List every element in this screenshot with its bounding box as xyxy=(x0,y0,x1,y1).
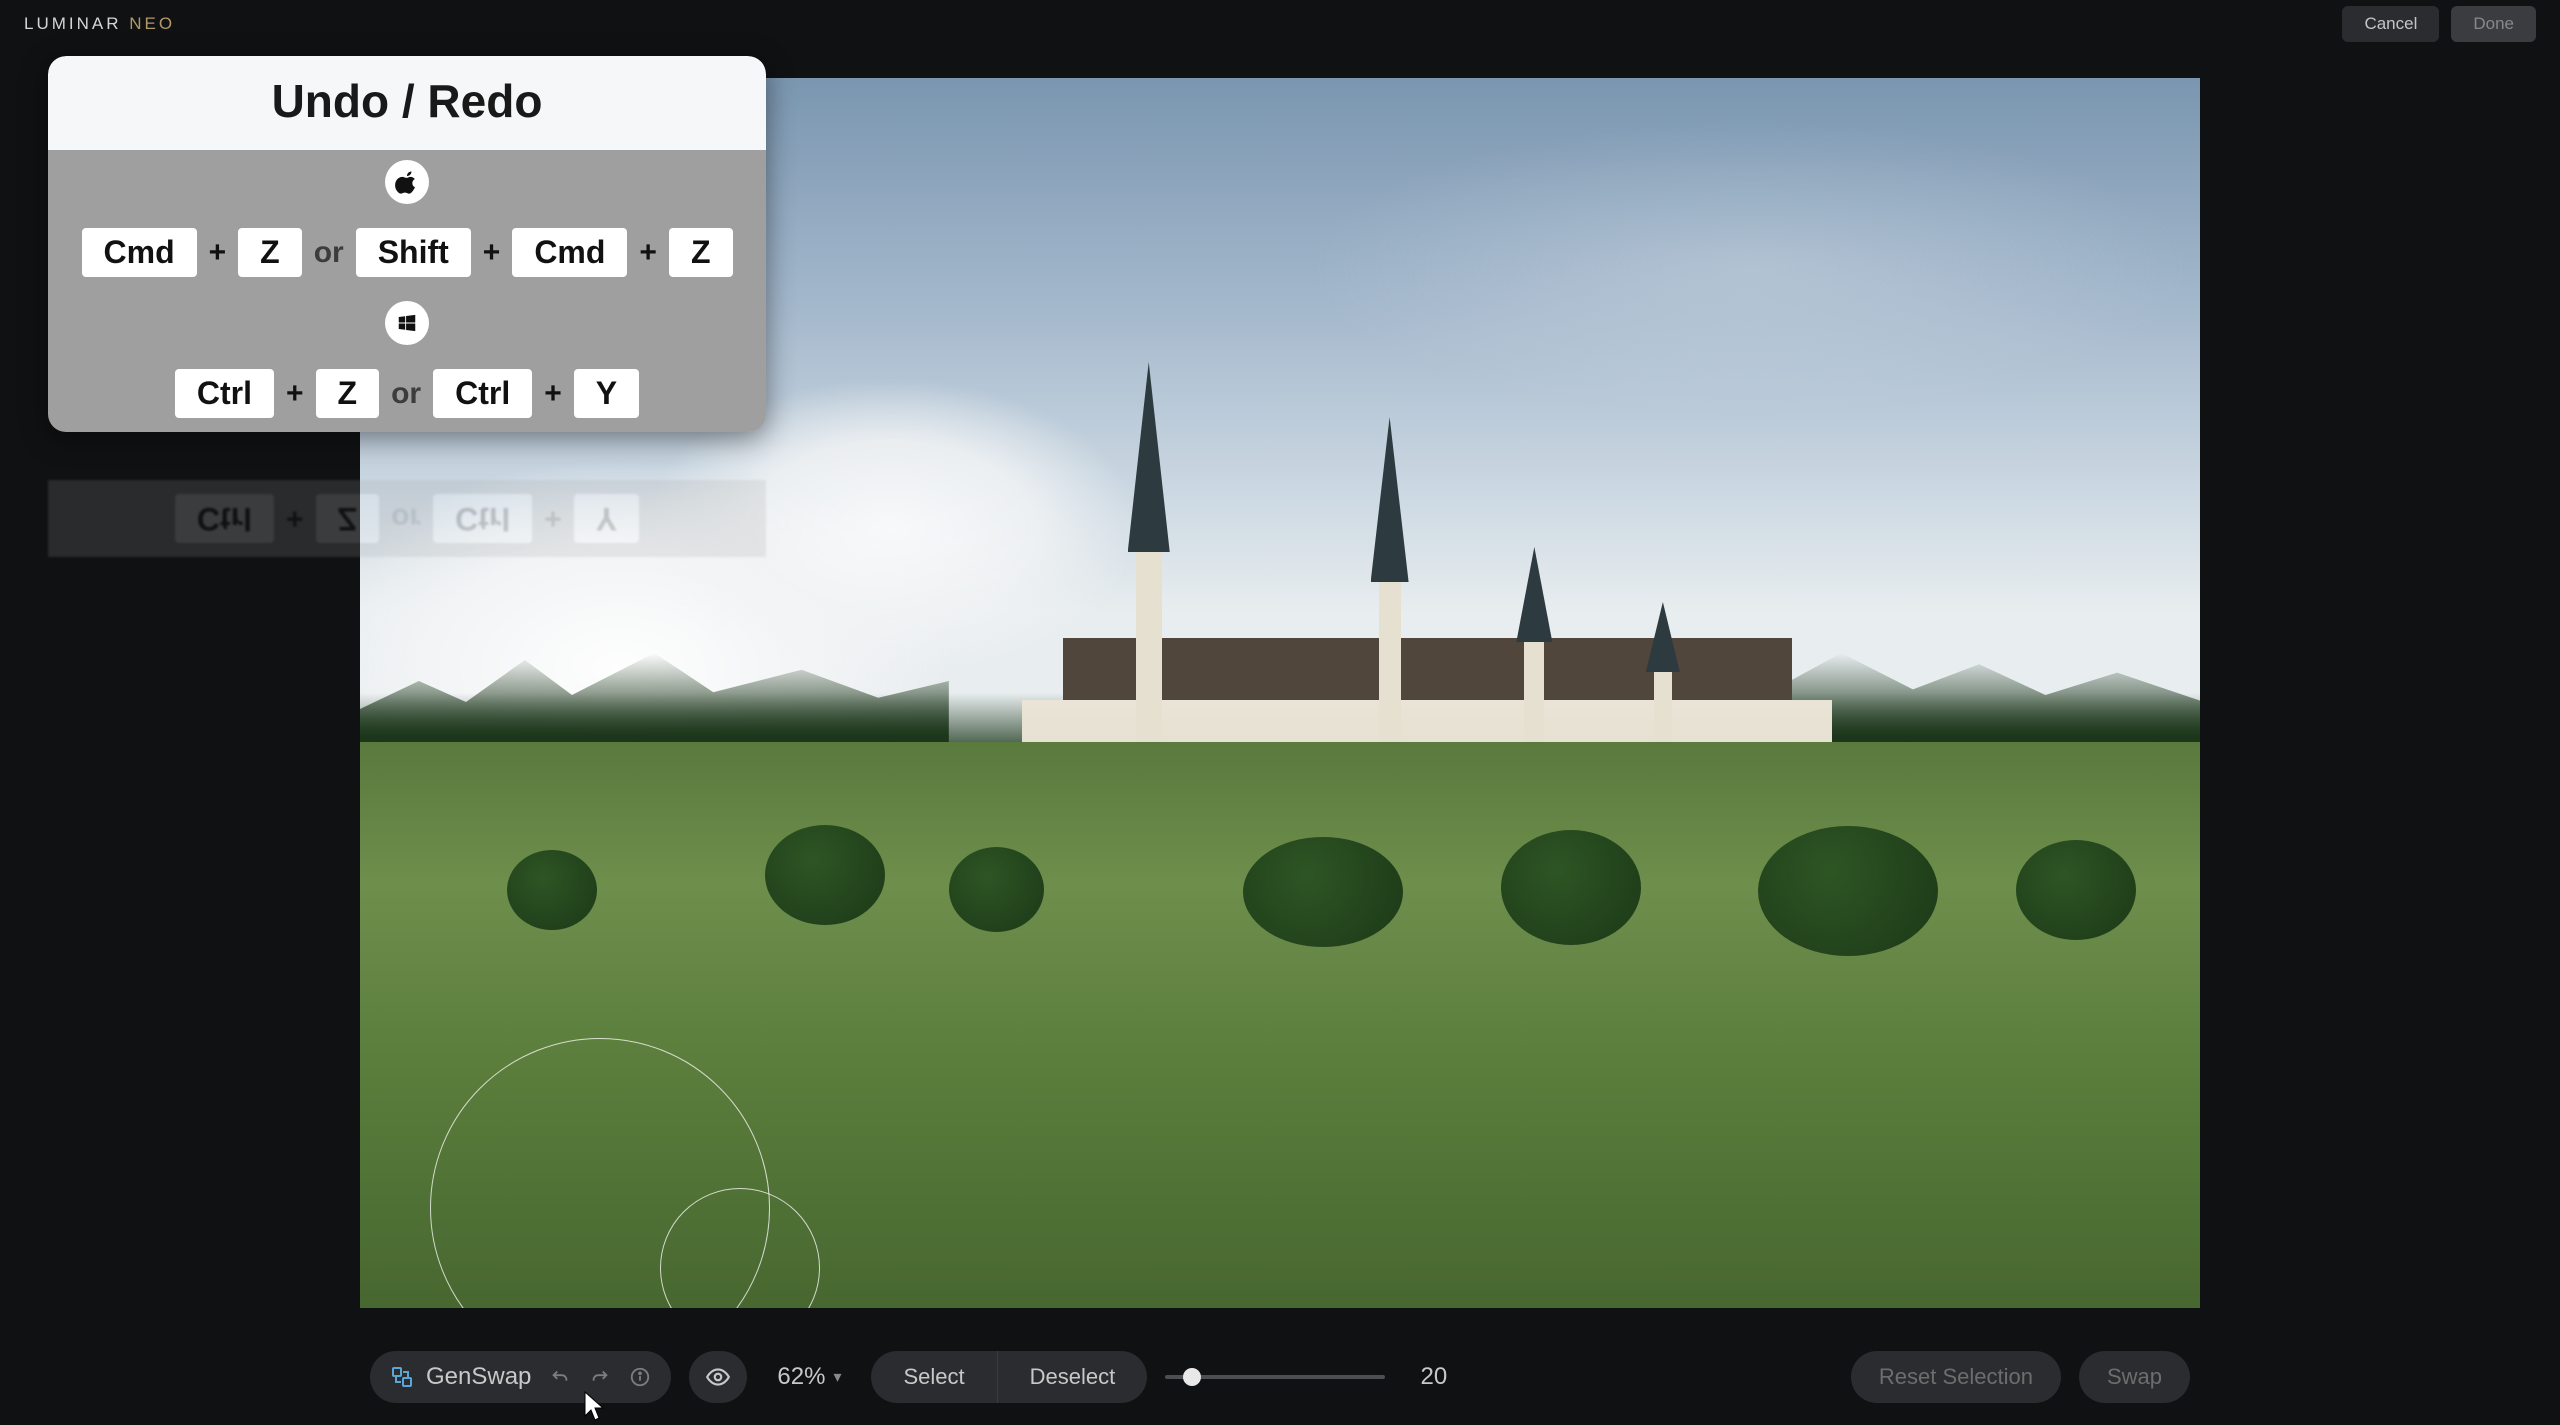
logo-sub: NEO xyxy=(129,14,175,33)
cursor-icon xyxy=(583,1390,607,1422)
key-y: Y xyxy=(574,369,639,418)
windows-shortcut-row: Ctrl + Z or Ctrl + Y xyxy=(48,355,766,432)
info-icon[interactable] xyxy=(629,1366,651,1388)
app-logo: LUMINAR NEO xyxy=(24,14,175,34)
tool-name-label: GenSwap xyxy=(426,1363,531,1391)
top-bar: LUMINAR NEO Cancel Done xyxy=(0,0,2560,48)
apple-icon xyxy=(385,160,429,204)
brush-size-control: 20 xyxy=(1165,1363,1447,1391)
undo-icon[interactable] xyxy=(549,1366,571,1388)
done-button[interactable]: Done xyxy=(2451,6,2536,42)
selection-mode-segment: Select Deselect xyxy=(871,1351,1147,1403)
swap-button[interactable]: Swap xyxy=(2079,1351,2190,1403)
select-button[interactable]: Select xyxy=(871,1351,996,1403)
top-actions: Cancel Done xyxy=(2342,6,2536,42)
mac-shortcut-row: Cmd + Z or Shift + Cmd + Z xyxy=(48,214,766,291)
key-z-win: Z xyxy=(316,369,380,418)
tool-pill: GenSwap xyxy=(370,1351,671,1403)
zoom-control[interactable]: 62% ▾ xyxy=(765,1363,853,1391)
preview-toggle[interactable] xyxy=(689,1351,747,1403)
shortcut-reflection: Ctrl + Z or Ctrl + Y xyxy=(48,480,766,557)
active-tool: GenSwap xyxy=(390,1363,531,1391)
key-cmd-2: Cmd xyxy=(512,228,627,277)
cancel-button[interactable]: Cancel xyxy=(2342,6,2439,42)
logo-main: LUMINAR xyxy=(24,14,122,33)
windows-icon xyxy=(385,301,429,345)
key-z: Z xyxy=(238,228,302,277)
brush-size-value: 20 xyxy=(1403,1363,1447,1391)
chevron-down-icon: ▾ xyxy=(833,1367,841,1387)
mac-row-icon xyxy=(48,150,766,214)
key-ctrl: Ctrl xyxy=(175,369,274,418)
windows-row-icon xyxy=(48,291,766,355)
deselect-button[interactable]: Deselect xyxy=(997,1351,1148,1403)
key-shift: Shift xyxy=(356,228,471,277)
key-ctrl-2: Ctrl xyxy=(433,369,532,418)
zoom-value: 62% xyxy=(777,1363,825,1391)
genswap-icon xyxy=(390,1365,414,1389)
brush-size-slider[interactable] xyxy=(1165,1375,1385,1379)
key-cmd: Cmd xyxy=(82,228,197,277)
bottom-toolbar: GenSwap 62% ▾ Select Deselect 20 Reset S… xyxy=(370,1347,2190,1407)
slider-thumb[interactable] xyxy=(1183,1368,1201,1386)
reset-selection-button[interactable]: Reset Selection xyxy=(1851,1351,2061,1403)
shortcut-title: Undo / Redo xyxy=(48,56,766,150)
key-z-2: Z xyxy=(669,228,733,277)
eye-icon xyxy=(705,1364,731,1390)
redo-icon[interactable] xyxy=(589,1366,611,1388)
shortcut-overlay: Undo / Redo Cmd + Z or Shift + Cmd + Z C… xyxy=(48,56,766,432)
